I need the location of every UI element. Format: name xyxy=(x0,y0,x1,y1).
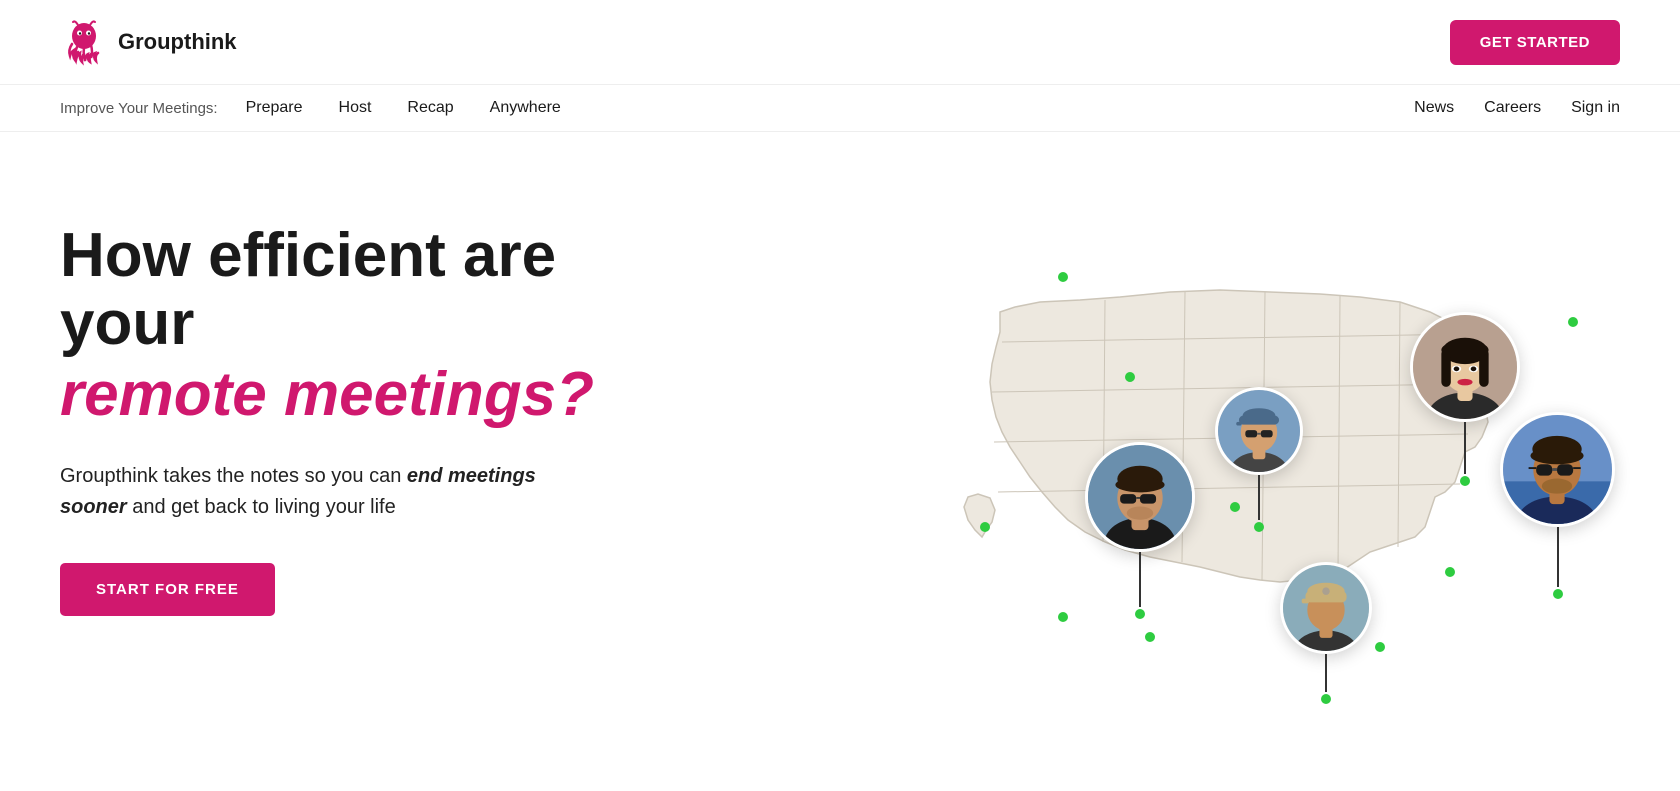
header: Groupthink GET STARTED xyxy=(0,0,1680,85)
map-dot-5 xyxy=(1145,632,1155,642)
map-dot-8 xyxy=(1445,567,1455,577)
nav-link-signin[interactable]: Sign in xyxy=(1571,99,1620,117)
avatar-4 xyxy=(1500,412,1615,527)
map-dot-7 xyxy=(1375,642,1385,652)
nav-link-news[interactable]: News xyxy=(1414,99,1454,117)
map-dot-4 xyxy=(1058,612,1068,622)
avatar-pin-2 xyxy=(1215,387,1303,532)
pin-dot-5 xyxy=(1321,694,1331,704)
map-dot-3 xyxy=(980,522,990,532)
nav-bar: Improve Your Meetings: Prepare Host Reca… xyxy=(0,85,1680,132)
get-started-button[interactable]: GET STARTED xyxy=(1450,20,1620,65)
pin-dot-3 xyxy=(1460,476,1470,486)
pin-dot-2 xyxy=(1254,522,1264,532)
hero-section: How efficient are your remote meetings? … xyxy=(0,132,1680,772)
pin-line-3 xyxy=(1464,422,1466,474)
avatar-5 xyxy=(1280,562,1372,654)
hero-desc-text2: and get back to living your life xyxy=(127,496,396,518)
pin-line-2 xyxy=(1258,475,1260,520)
avatar-3 xyxy=(1410,312,1520,422)
avatar-2 xyxy=(1215,387,1303,475)
hero-desc-text: Groupthink takes the notes so you can xyxy=(60,465,407,487)
pin-dot-4 xyxy=(1553,589,1563,599)
pin-line-4 xyxy=(1557,527,1559,587)
map-dot-1 xyxy=(1058,272,1068,282)
hero-map xyxy=(920,212,1620,732)
nav-link-careers[interactable]: Careers xyxy=(1484,99,1541,117)
nav-right: News Careers Sign in xyxy=(1414,99,1620,117)
avatar-pin-4 xyxy=(1500,412,1615,599)
hero-content: How efficient are your remote meetings? … xyxy=(60,212,700,616)
nav-link-anywhere[interactable]: Anywhere xyxy=(472,99,579,117)
nav-improve-label: Improve Your Meetings: xyxy=(60,100,218,117)
logo-link[interactable]: Groupthink xyxy=(60,18,237,66)
avatar-pin-5 xyxy=(1280,562,1372,704)
nav-left: Improve Your Meetings: Prepare Host Reca… xyxy=(60,99,579,117)
hero-description: Groupthink takes the notes so you can en… xyxy=(60,461,560,523)
nav-link-host[interactable]: Host xyxy=(321,99,390,117)
nav-link-prepare[interactable]: Prepare xyxy=(228,99,321,117)
pin-dot-1 xyxy=(1135,609,1145,619)
hero-title: How efficient are your remote meetings? xyxy=(60,222,700,433)
hero-title-line2: remote meetings? xyxy=(60,358,700,432)
hero-title-line1: How efficient are your xyxy=(60,221,556,358)
pin-line-5 xyxy=(1325,654,1327,692)
nav-link-recap[interactable]: Recap xyxy=(389,99,471,117)
avatar-pin-1 xyxy=(1085,442,1195,619)
logo-text: Groupthink xyxy=(118,29,237,55)
logo-icon xyxy=(60,18,108,66)
start-for-free-button[interactable]: START FOR FREE xyxy=(60,563,275,616)
map-dot-10 xyxy=(1568,317,1578,327)
map-dot-2 xyxy=(1125,372,1135,382)
avatar-1 xyxy=(1085,442,1195,552)
pin-line-1 xyxy=(1139,552,1141,607)
